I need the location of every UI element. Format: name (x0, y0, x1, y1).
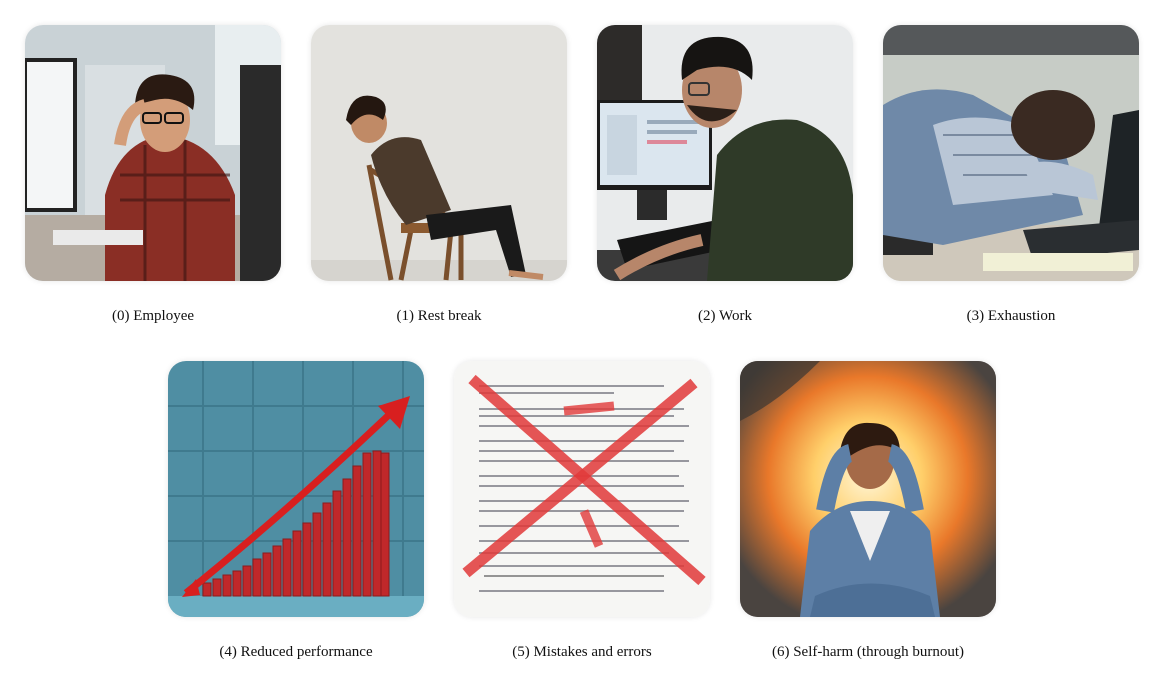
work-image (597, 25, 853, 281)
caption-rest-break: (1) Rest break (396, 308, 482, 324)
employee-image (25, 25, 281, 281)
rest-break-image (311, 25, 567, 281)
caption-exhaustion: (3) Exhaustion (966, 308, 1056, 324)
reduced-performance-image (168, 361, 424, 617)
panel-self-harm: (6) Self-harm (through burnout) (740, 361, 996, 660)
caption-self-harm: (6) Self-harm (through burnout) (771, 644, 965, 660)
exhaustion-image (883, 25, 1139, 281)
caption-mistakes: (5) Mistakes and errors (512, 644, 652, 660)
panel-mistakes: (5) Mistakes and errors (454, 361, 710, 660)
caption-reduced-performance: (4) Reduced performance (219, 644, 373, 660)
self-harm-image (740, 361, 996, 617)
mistakes-image (454, 361, 710, 617)
panel-rest-break: (1) Rest break (311, 25, 567, 324)
panel-work: (2) Work (597, 25, 853, 324)
caption-work: (2) Work (698, 308, 752, 324)
panel-employee: (0) Employee (25, 25, 281, 324)
panel-reduced-performance: (4) Reduced performance (168, 361, 424, 660)
panel-exhaustion: (3) Exhaustion (883, 25, 1139, 324)
caption-employee: (0) Employee (111, 308, 195, 324)
